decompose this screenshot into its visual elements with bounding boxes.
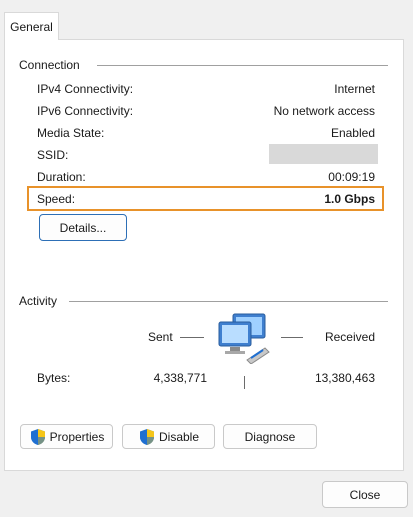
connection-group-divider	[97, 65, 388, 66]
bytes-label: Bytes:	[37, 371, 71, 385]
bytes-sent-value: 4,338,771	[153, 371, 207, 385]
uac-shield-icon	[139, 428, 154, 445]
ipv4-connectivity-label: IPv4 Connectivity:	[37, 82, 134, 96]
sent-line	[180, 337, 204, 338]
activity-group-divider	[69, 301, 388, 302]
sent-label: Sent	[148, 330, 173, 344]
tab-general-label: General	[10, 19, 53, 34]
close-button-label: Close	[349, 487, 381, 502]
duration-value: 00:09:19	[328, 170, 375, 184]
connection-group-label: Connection	[19, 58, 80, 72]
duration-label: Duration:	[37, 170, 86, 184]
tab-strip: General	[0, 0, 413, 42]
disable-button-label: Disable	[158, 429, 200, 444]
diagnose-button[interactable]: Diagnose	[223, 424, 317, 449]
disable-button[interactable]: Disable	[122, 424, 215, 449]
speed-value: 1.0 Gbps	[324, 192, 375, 206]
general-panel: Connection IPv4 Connectivity: Internet I…	[4, 39, 404, 471]
speed-label: Speed:	[37, 192, 76, 206]
media-state-label: Media State:	[37, 126, 105, 140]
bytes-received-value: 13,380,463	[314, 371, 375, 385]
close-button[interactable]: Close	[322, 481, 408, 508]
ssid-label: SSID:	[37, 148, 69, 162]
uac-shield-icon	[30, 428, 45, 445]
received-line	[281, 337, 303, 338]
ipv6-connectivity-label: IPv6 Connectivity:	[37, 104, 134, 118]
tab-general[interactable]: General	[4, 12, 59, 40]
properties-button[interactable]: Properties	[20, 424, 113, 449]
diagnose-button-label: Diagnose	[244, 429, 296, 444]
network-computers-icon	[218, 313, 270, 364]
details-button[interactable]: Details...	[39, 214, 127, 241]
ipv6-connectivity-value: No network access	[273, 104, 375, 118]
activity-group-label: Activity	[19, 294, 58, 308]
activity-separator	[244, 376, 245, 389]
media-state-value: Enabled	[330, 126, 375, 140]
ssid-redacted-value	[269, 144, 378, 164]
received-label: Received	[324, 330, 375, 344]
ipv4-connectivity-value: Internet	[334, 82, 375, 96]
details-button-label: Details...	[59, 220, 107, 235]
properties-button-label: Properties	[49, 429, 105, 444]
